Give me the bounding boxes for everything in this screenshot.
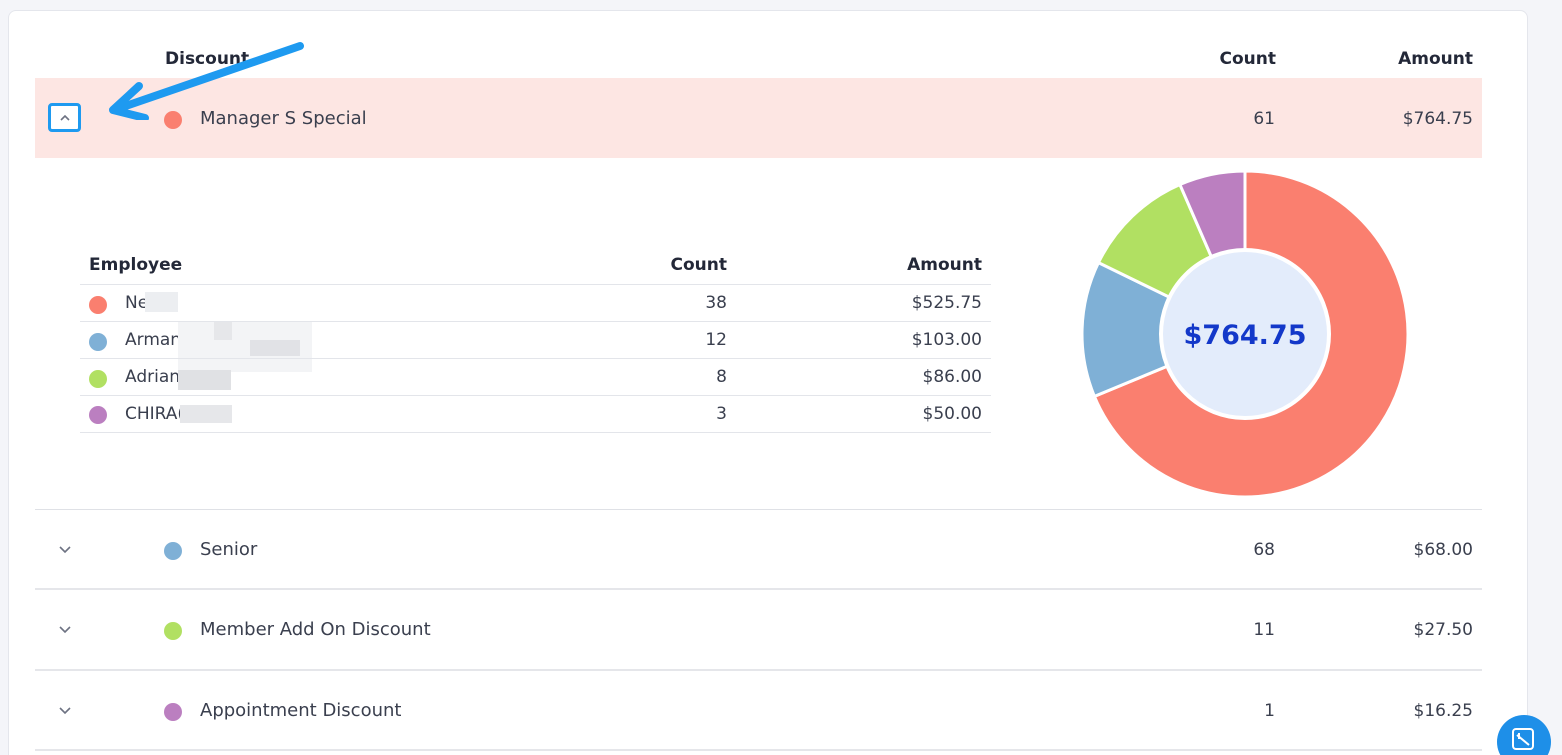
divider — [80, 358, 991, 359]
row-count: 1 — [1264, 701, 1275, 721]
row-color-dot — [164, 703, 182, 721]
employee-color-dot — [89, 406, 107, 424]
header-amount[interactable]: Amount — [1330, 49, 1473, 69]
redacted-text — [250, 340, 300, 356]
row-name: Member Add On Discount — [200, 619, 431, 640]
redacted-text — [145, 292, 178, 312]
employee-name: Arman — [125, 330, 182, 350]
employee-color-dot — [89, 296, 107, 314]
row-color-dot — [164, 542, 182, 560]
row-count: 61 — [1253, 109, 1275, 129]
divider — [80, 284, 991, 285]
employee-count: 12 — [705, 330, 727, 350]
row-amount: $27.50 — [1413, 620, 1473, 640]
donut-total-label: $764.75 — [1184, 320, 1307, 351]
sub-header-employee[interactable]: Employee — [89, 255, 182, 275]
divider — [80, 432, 991, 433]
sub-header-amount[interactable]: Amount — [850, 255, 982, 275]
chevron-down-icon[interactable] — [56, 704, 74, 718]
support-button[interactable] — [1497, 715, 1551, 755]
employee-name: Adrian — [125, 367, 181, 387]
redacted-text — [214, 322, 232, 340]
employee-amount: $525.75 — [911, 293, 982, 313]
arrow-annotation — [109, 42, 304, 120]
divider — [80, 395, 991, 396]
employee-color-dot — [89, 333, 107, 351]
row-count: 68 — [1253, 540, 1275, 560]
row-amount: $764.75 — [1402, 109, 1473, 129]
divider — [35, 749, 1482, 751]
row-name: Appointment Discount — [200, 700, 402, 721]
employee-amount: $103.00 — [911, 330, 982, 350]
employee-color-dot — [89, 370, 107, 388]
employee-count: 38 — [705, 293, 727, 313]
row-color-dot — [164, 622, 182, 640]
employee-name: CHIRA( — [125, 404, 185, 424]
chevron-up-icon — [60, 114, 70, 121]
sub-header-count[interactable]: Count — [627, 255, 728, 275]
row-amount: $68.00 — [1413, 540, 1473, 560]
employee-amount: $86.00 — [922, 367, 982, 387]
collapse-row-button[interactable] — [48, 103, 81, 132]
chevron-down-icon[interactable] — [56, 543, 74, 557]
row-amount: $16.25 — [1413, 701, 1473, 721]
chevron-down-icon[interactable] — [56, 623, 74, 637]
row-count: 11 — [1253, 620, 1275, 640]
redacted-text — [180, 405, 232, 423]
employee-amount: $50.00 — [922, 404, 982, 424]
employee-count: 8 — [716, 367, 727, 387]
redacted-text — [178, 370, 231, 390]
employee-count: 3 — [716, 404, 727, 424]
donut-chart: $764.75 — [1080, 169, 1410, 499]
header-count[interactable]: Count — [1180, 49, 1277, 69]
row-name: Senior — [200, 539, 258, 560]
support-icon — [1512, 728, 1534, 750]
